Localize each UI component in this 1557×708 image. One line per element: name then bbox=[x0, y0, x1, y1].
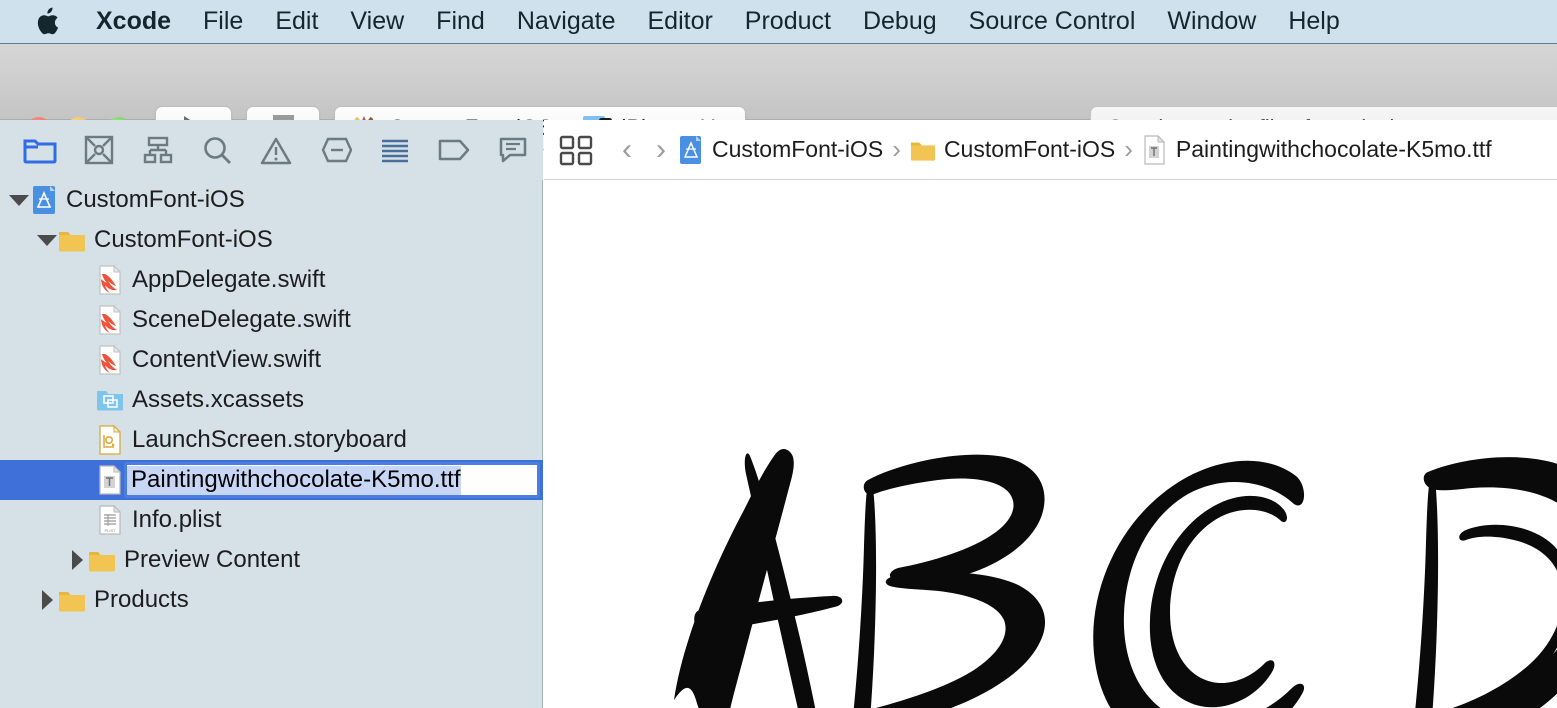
tree-item-label: Preview Content bbox=[124, 548, 300, 572]
font-file-icon bbox=[96, 465, 124, 495]
sidebar-item-breakpoint-navigator[interactable] bbox=[425, 128, 484, 172]
sidebar-item-source-control-navigator[interactable] bbox=[69, 128, 128, 172]
swift-file-icon bbox=[96, 265, 124, 295]
warning-triangle-icon bbox=[260, 136, 292, 165]
editor-pane: ‹ › CustomFont-iOS › CustomFont-iOS › Pa… bbox=[544, 120, 1557, 708]
xcode-project-icon bbox=[678, 135, 704, 165]
menu-item-edit[interactable]: Edit bbox=[275, 9, 318, 34]
tree-row[interactable]: Assets.xcassets bbox=[0, 380, 543, 420]
sidebar-item-issue-navigator[interactable] bbox=[247, 128, 306, 172]
report-lines-icon bbox=[379, 137, 411, 163]
storyboard-file-icon bbox=[96, 425, 124, 455]
menu-item-navigate[interactable]: Navigate bbox=[517, 9, 616, 34]
tree-item-label: Products bbox=[94, 588, 189, 612]
disclosure-triangle[interactable] bbox=[8, 180, 30, 220]
version-editor-icon bbox=[84, 135, 114, 165]
menu-item-source-control[interactable]: Source Control bbox=[969, 9, 1136, 34]
tree-item-label: AppDelegate.swift bbox=[132, 268, 325, 292]
menu-item-file[interactable]: File bbox=[203, 9, 243, 34]
swift-file-icon bbox=[96, 305, 124, 335]
sidebar-item-project-navigator[interactable] bbox=[10, 128, 69, 172]
tree-item-label: Info.plist bbox=[132, 508, 221, 532]
svg-text:PLIST: PLIST bbox=[104, 528, 116, 533]
disclosure-triangle[interactable] bbox=[36, 220, 58, 260]
navigator-pane: CustomFont-iOS CustomFont-iOS AppDelegat… bbox=[0, 120, 543, 708]
breadcrumb-separator: › bbox=[892, 134, 901, 165]
jump-bar: ‹ › CustomFont-iOS › CustomFont-iOS › Pa… bbox=[544, 120, 1557, 180]
folder-yellow-icon bbox=[88, 545, 116, 575]
disclosure-triangle[interactable] bbox=[66, 540, 88, 580]
breadcrumb-label: CustomFont-iOS bbox=[712, 138, 883, 161]
menu-item-editor[interactable]: Editor bbox=[647, 9, 712, 34]
tree-row[interactable]: LaunchScreen.storyboard bbox=[0, 420, 543, 460]
hierarchy-icon bbox=[142, 136, 174, 164]
xcode-project-icon bbox=[30, 185, 58, 215]
tree-item-label: LaunchScreen.storyboard bbox=[132, 428, 407, 452]
navigator-tab-bar bbox=[0, 120, 543, 180]
menu-item-find[interactable]: Find bbox=[436, 9, 485, 34]
folder-yellow-icon bbox=[910, 135, 936, 165]
tree-row[interactable]: Preview Content bbox=[0, 540, 543, 580]
tree-row[interactable]: CustomFont-iOS bbox=[0, 220, 543, 260]
menu-item-help[interactable]: Help bbox=[1288, 9, 1339, 34]
breakpoint-diamond-icon bbox=[320, 136, 352, 164]
apple-logo-icon[interactable] bbox=[34, 7, 60, 37]
tree-row[interactable]: AppDelegate.swift bbox=[0, 260, 543, 300]
plist-file-icon: PLIST bbox=[96, 505, 124, 535]
menu-item-window[interactable]: Window bbox=[1167, 9, 1256, 34]
tree-row[interactable]: Paintingwithchocolate-K5mo.ttf bbox=[0, 460, 543, 500]
assets-catalog-icon bbox=[96, 385, 124, 415]
breadcrumb-separator: › bbox=[1124, 134, 1133, 165]
rename-input[interactable]: Paintingwithchocolate-K5mo.ttf bbox=[124, 462, 540, 498]
comment-bubble-icon bbox=[498, 136, 528, 164]
sidebar-item-find-navigator[interactable] bbox=[188, 128, 247, 172]
folder-yellow-icon bbox=[58, 585, 86, 615]
tree-row[interactable]: SceneDelegate.swift bbox=[0, 300, 543, 340]
sidebar-item-symbol-navigator[interactable] bbox=[128, 128, 187, 172]
folder-icon bbox=[23, 136, 57, 164]
disclosure-triangle[interactable] bbox=[36, 580, 58, 620]
tree-item-label: Assets.xcassets bbox=[132, 388, 304, 412]
swift-file-icon bbox=[96, 345, 124, 375]
font-file-icon bbox=[1142, 135, 1168, 165]
tree-item-label: ContentView.swift bbox=[132, 348, 321, 372]
menu-item-view[interactable]: View bbox=[350, 9, 404, 34]
tree-row[interactable]: Products bbox=[0, 580, 543, 620]
rename-input-value: Paintingwithchocolate-K5mo.ttf bbox=[127, 466, 461, 495]
breadcrumb-item-group[interactable]: CustomFont-iOS bbox=[910, 135, 1115, 165]
menu-item-product[interactable]: Product bbox=[745, 9, 831, 34]
tree-item-label: CustomFont-iOS bbox=[94, 228, 273, 252]
breadcrumb-item-file[interactable]: Paintingwithchocolate-K5mo.ttf bbox=[1142, 135, 1492, 165]
tree-item-label: CustomFont-iOS bbox=[66, 188, 245, 212]
tree-row[interactable]: PLIST Info.plist bbox=[0, 500, 543, 540]
navigate-back-button[interactable]: ‹ bbox=[610, 130, 644, 170]
breadcrumb-item-project[interactable]: CustomFont-iOS bbox=[678, 135, 883, 165]
font-preview-area bbox=[544, 180, 1557, 708]
menu-item-debug[interactable]: Debug bbox=[863, 9, 937, 34]
project-file-tree: CustomFont-iOS CustomFont-iOS AppDelegat… bbox=[0, 180, 543, 708]
menu-item-xcode[interactable]: Xcode bbox=[96, 9, 171, 34]
sidebar-item-report-navigator[interactable] bbox=[484, 128, 543, 172]
tag-icon bbox=[437, 138, 471, 162]
search-icon bbox=[202, 135, 232, 165]
tree-row[interactable]: ContentView.swift bbox=[0, 340, 543, 380]
sidebar-item-test-navigator[interactable] bbox=[306, 128, 365, 172]
font-sample-glyphs bbox=[578, 370, 1557, 708]
tree-item-label: SceneDelegate.swift bbox=[132, 308, 351, 332]
breadcrumb-label: Paintingwithchocolate-K5mo.ttf bbox=[1176, 138, 1492, 161]
breadcrumb-label: CustomFont-iOS bbox=[944, 138, 1115, 161]
sidebar-item-debug-navigator[interactable] bbox=[365, 128, 424, 172]
window-toolbar: CustomFont-iOS › iPhone 11 Copying cache… bbox=[0, 44, 1557, 120]
menu-bar: Xcode File Edit View Find Navigate Edito… bbox=[0, 0, 1557, 44]
folder-yellow-icon bbox=[58, 225, 86, 255]
related-items-grid-icon[interactable] bbox=[558, 134, 594, 166]
navigate-forward-button[interactable]: › bbox=[644, 130, 678, 170]
tree-row[interactable]: CustomFont-iOS bbox=[0, 180, 543, 220]
